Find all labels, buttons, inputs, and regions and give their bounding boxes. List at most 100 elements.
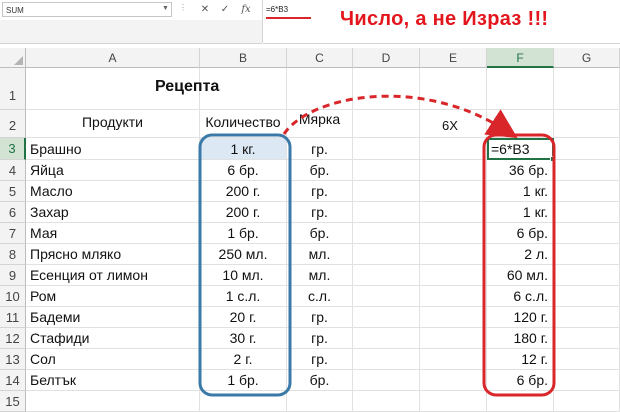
cell-f5[interactable]: 1 кг. xyxy=(487,181,554,202)
cell-c11[interactable]: гр. xyxy=(287,307,353,328)
cell-a12[interactable]: Стафиди xyxy=(26,328,200,349)
cell-b13[interactable]: 2 г. xyxy=(200,349,287,370)
cell-f2[interactable] xyxy=(487,110,554,138)
header-quantity[interactable]: Количество xyxy=(200,110,287,138)
cell-a4[interactable]: Яйца xyxy=(26,160,200,181)
cell-c5[interactable]: гр. xyxy=(287,181,353,202)
cell-c10[interactable]: с.л. xyxy=(287,286,353,307)
row-header-3[interactable]: 3 xyxy=(0,138,26,160)
cell-e15[interactable] xyxy=(420,391,487,412)
cell-c12[interactable]: гр. xyxy=(287,328,353,349)
row-header-1[interactable]: 1 xyxy=(0,68,26,110)
cell-g15[interactable] xyxy=(554,391,620,412)
cell-d14[interactable] xyxy=(353,370,420,391)
cell-g4[interactable] xyxy=(554,160,620,181)
header-products[interactable]: Продукти xyxy=(26,110,200,138)
column-header-d[interactable]: D xyxy=(353,48,420,68)
cell-e8[interactable] xyxy=(420,244,487,265)
row-header-4[interactable]: 4 xyxy=(0,160,26,181)
cell-a11[interactable]: Бадеми xyxy=(26,307,200,328)
header-measure[interactable]: Мярка xyxy=(287,110,353,138)
cell-d10[interactable] xyxy=(353,286,420,307)
chevron-down-icon[interactable]: ▼ xyxy=(162,1,169,16)
cell-f6[interactable]: 1 кг. xyxy=(487,202,554,223)
cell-d8[interactable] xyxy=(353,244,420,265)
cell-a3[interactable]: Брашно xyxy=(26,138,200,160)
select-all-corner[interactable] xyxy=(0,48,26,68)
cell-e11[interactable] xyxy=(420,307,487,328)
cell-g1[interactable] xyxy=(554,68,620,110)
row-header-11[interactable]: 11 xyxy=(0,307,26,328)
cell-a7[interactable]: Мая xyxy=(26,223,200,244)
cell-a10[interactable]: Ром xyxy=(26,286,200,307)
cell-g10[interactable] xyxy=(554,286,620,307)
row-header-7[interactable]: 7 xyxy=(0,223,26,244)
cell-b14[interactable]: 1 бр. xyxy=(200,370,287,391)
cell-d4[interactable] xyxy=(353,160,420,181)
cell-d5[interactable] xyxy=(353,181,420,202)
cell-a14[interactable]: Белтък xyxy=(26,370,200,391)
cell-f1[interactable] xyxy=(487,68,554,110)
fx-icon[interactable]: fx xyxy=(239,3,253,17)
cell-d1[interactable] xyxy=(353,68,420,110)
column-header-e[interactable]: E xyxy=(420,48,487,68)
cell-c4[interactable]: бр. xyxy=(287,160,353,181)
cell-g9[interactable] xyxy=(554,265,620,286)
cell-e13[interactable] xyxy=(420,349,487,370)
cell-g11[interactable] xyxy=(554,307,620,328)
cell-b9[interactable]: 10 мл. xyxy=(200,265,287,286)
row-header-12[interactable]: 12 xyxy=(0,328,26,349)
cell-d15[interactable] xyxy=(353,391,420,412)
cell-b3[interactable]: 1 кг. xyxy=(200,138,287,160)
cell-d9[interactable] xyxy=(353,265,420,286)
fill-handle[interactable] xyxy=(550,156,556,162)
cell-e1[interactable] xyxy=(420,68,487,110)
cell-d12[interactable] xyxy=(353,328,420,349)
cell-b11[interactable]: 20 г. xyxy=(200,307,287,328)
cell-a6[interactable]: Захар xyxy=(26,202,200,223)
cell-b7[interactable]: 1 бр. xyxy=(200,223,287,244)
cell-e3[interactable] xyxy=(420,138,487,160)
column-header-f[interactable]: F xyxy=(487,48,554,68)
cell-c6[interactable]: гр. xyxy=(287,202,353,223)
cell-g2[interactable] xyxy=(554,110,620,138)
cell-e14[interactable] xyxy=(420,370,487,391)
cell-e6[interactable] xyxy=(420,202,487,223)
cell-e12[interactable] xyxy=(420,328,487,349)
cell-d11[interactable] xyxy=(353,307,420,328)
cell-b10[interactable]: 1 с.л. xyxy=(200,286,287,307)
cell-g8[interactable] xyxy=(554,244,620,265)
row-header-15[interactable]: 15 xyxy=(0,391,26,412)
cell-c13[interactable]: гр. xyxy=(287,349,353,370)
cell-d13[interactable] xyxy=(353,349,420,370)
cell-a8[interactable]: Прясно мляко xyxy=(26,244,200,265)
cell-f8[interactable]: 2 л. xyxy=(487,244,554,265)
cell-a5[interactable]: Масло xyxy=(26,181,200,202)
cell-a13[interactable]: Сол xyxy=(26,349,200,370)
cell-e7[interactable] xyxy=(420,223,487,244)
cell-a9[interactable]: Есенция от лимон xyxy=(26,265,200,286)
active-cell-f3[interactable]: =6*B3 xyxy=(487,138,554,160)
cell-c15[interactable] xyxy=(287,391,353,412)
cell-b8[interactable]: 250 мл. xyxy=(200,244,287,265)
row-header-5[interactable]: 5 xyxy=(0,181,26,202)
cell-e9[interactable] xyxy=(420,265,487,286)
cell-f10[interactable]: 6 с.л. xyxy=(487,286,554,307)
cell-e5[interactable] xyxy=(420,181,487,202)
cell-g6[interactable] xyxy=(554,202,620,223)
cell-a15[interactable] xyxy=(26,391,200,412)
cell-f9[interactable]: 60 мл. xyxy=(487,265,554,286)
row-header-2[interactable]: 2 xyxy=(0,110,26,138)
cell-b6[interactable]: 200 г. xyxy=(200,202,287,223)
cell-f7[interactable]: 6 бр. xyxy=(487,223,554,244)
cell-g3[interactable] xyxy=(554,138,620,160)
row-header-6[interactable]: 6 xyxy=(0,202,26,223)
cell-d7[interactable] xyxy=(353,223,420,244)
cell-c9[interactable]: мл. xyxy=(287,265,353,286)
cell-c14[interactable]: бр. xyxy=(287,370,353,391)
cell-c7[interactable]: бр. xyxy=(287,223,353,244)
cell-c3[interactable]: гр. xyxy=(287,138,353,160)
multiplier-label[interactable]: 6X xyxy=(420,110,487,138)
cell-b15[interactable] xyxy=(200,391,287,412)
cell-d3[interactable] xyxy=(353,138,420,160)
